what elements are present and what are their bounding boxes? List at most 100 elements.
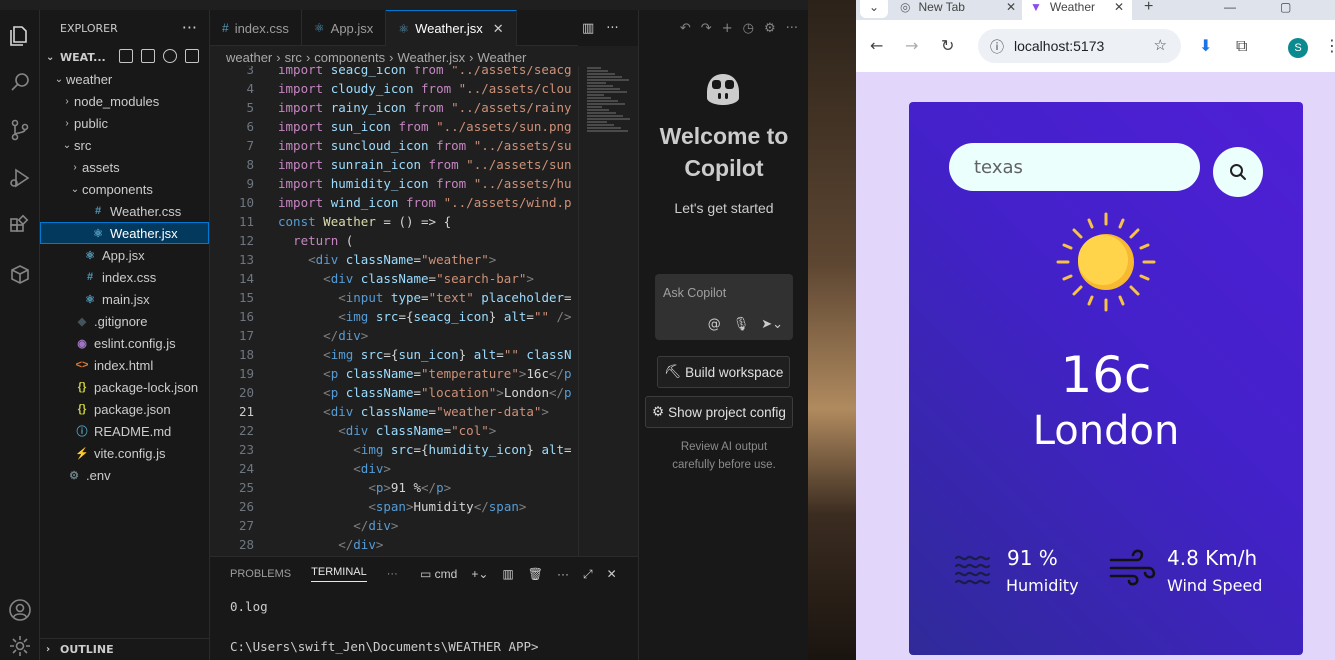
trash-icon[interactable]: 🗑 — [528, 567, 543, 582]
history-icon[interactable]: ◷ — [743, 21, 754, 36]
new-folder-icon[interactable] — [141, 49, 155, 63]
project-root[interactable]: ⌄ WEAT... — [40, 46, 209, 68]
file-item[interactable]: ⚙ .env — [40, 464, 209, 486]
breadcrumb-item[interactable]: weather — [226, 50, 272, 65]
download-icon[interactable]: ⬇ — [1199, 36, 1212, 55]
show-project-config-button[interactable]: ⚙ Show project config — [645, 396, 793, 428]
tab-search-button[interactable]: ⌄ — [860, 0, 888, 18]
settings-gear-icon[interactable]: ⚙ — [764, 21, 776, 36]
maximize-icon[interactable]: ⤢ — [583, 567, 593, 582]
terminal-prompt[interactable]: C:\Users\swift_Jen\Documents\WEATHER APP… — [210, 637, 638, 657]
more-actions-icon[interactable]: ··· — [182, 18, 197, 37]
editor-tab[interactable]: # index.css — [210, 10, 302, 46]
copilot-chat-input[interactable]: Ask Copilot @ 🎙 ➤⌄ — [655, 274, 793, 340]
minimize-icon: — — [1224, 0, 1236, 14]
file-item[interactable]: ⚡ vite.config.js — [40, 442, 209, 464]
more-actions-icon[interactable]: ··· — [606, 21, 618, 36]
file-item[interactable]: ◆ .gitignore — [40, 310, 209, 332]
more-actions-icon[interactable]: ··· — [557, 567, 569, 582]
breadcrumb-item[interactable]: src — [285, 50, 302, 65]
back-icon[interactable]: ← — [870, 36, 883, 55]
profile-avatar[interactable]: S — [1288, 38, 1308, 58]
file-item[interactable]: ⚛ main.jsx — [40, 288, 209, 310]
code-text: import sun_icon from "../assets/sun.png — [278, 119, 572, 134]
redo-icon[interactable]: ↷ — [701, 21, 712, 36]
file-item[interactable]: # Weather.css — [40, 200, 209, 222]
undo-icon[interactable]: ↶ — [680, 21, 691, 36]
menu-icon[interactable]: ⋮ — [1324, 36, 1335, 55]
search-button[interactable] — [1213, 147, 1263, 197]
run-debug-icon[interactable] — [4, 162, 36, 194]
file-item[interactable]: # index.css — [40, 266, 209, 288]
close-icon[interactable]: ✕ — [1114, 0, 1124, 14]
new-file-icon[interactable] — [119, 49, 133, 63]
tab-problems[interactable]: PROBLEMS — [230, 568, 291, 580]
address-bar[interactable]: ⓘ localhost:5173 ☆ — [978, 29, 1181, 63]
forward-icon[interactable]: → — [905, 36, 918, 55]
bookmark-star-icon[interactable]: ☆ — [1154, 36, 1167, 54]
site-info-icon[interactable]: ⓘ — [990, 37, 1004, 57]
breadcrumb-item[interactable]: components — [314, 50, 385, 65]
code-text: <p className="location">London</p — [323, 385, 572, 400]
send-icon[interactable]: ➤⌄ — [761, 317, 783, 332]
close-icon[interactable]: ✕ — [493, 21, 504, 37]
folder-item[interactable]: › public — [40, 112, 209, 134]
mention-icon[interactable]: @ — [708, 317, 721, 332]
extensions-icon[interactable] — [4, 210, 36, 242]
editor-tab[interactable]: ⚛ Weather.jsx ✕ — [386, 10, 517, 46]
browser-tab-weather[interactable]: ▼ Weather ✕ — [1022, 0, 1132, 20]
new-chat-icon[interactable]: + — [722, 21, 733, 36]
reload-icon[interactable]: ↻ — [941, 36, 954, 55]
file-item[interactable]: ⚛ Weather.jsx — [40, 222, 209, 244]
folder-item[interactable]: ⌄ src — [40, 134, 209, 156]
file-item[interactable]: ⚛ App.jsx — [40, 244, 209, 266]
refresh-icon[interactable] — [163, 49, 177, 63]
file-type-icon: ⚡ — [75, 447, 89, 460]
settings-gear-icon[interactable] — [4, 630, 36, 660]
minimap-line — [587, 109, 609, 111]
extensions-icon[interactable]: ⧉ — [1236, 36, 1247, 56]
terminal-toolbar: ▭ cmd +⌄ ▥ 🗑 ··· ⤢ ✕ — [420, 567, 617, 582]
folder-item[interactable]: ⌄ weather — [40, 68, 209, 90]
collapse-all-icon[interactable] — [185, 49, 199, 63]
file-item[interactable]: {} package-lock.json — [40, 376, 209, 398]
split-editor-icon[interactable]: ▥ — [582, 21, 594, 36]
more-actions-icon[interactable]: ··· — [786, 21, 798, 36]
code-editor[interactable]: 3 import seacg_icon from "../assets/seacg… — [210, 66, 578, 556]
split-terminal-icon[interactable]: ▥ — [502, 567, 513, 582]
editor-tab[interactable]: ⚛ App.jsx — [302, 10, 387, 46]
new-tab-button[interactable]: + — [1144, 0, 1153, 20]
breadcrumb-item[interactable]: Weather — [477, 50, 526, 65]
tab-terminal[interactable]: TERMINAL — [311, 566, 367, 582]
file-item[interactable]: ◉ eslint.config.js — [40, 332, 209, 354]
folder-item[interactable]: › node_modules — [40, 90, 209, 112]
browser-tab-new-tab[interactable]: ◎ New Tab ✕ — [900, 0, 1022, 20]
minimap[interactable] — [578, 66, 638, 556]
folder-item[interactable]: › assets — [40, 156, 209, 178]
activity-bar — [0, 10, 40, 660]
new-terminal-icon[interactable]: +⌄ — [471, 567, 488, 582]
file-item[interactable]: {} package.json — [40, 398, 209, 420]
outline-section[interactable]: › OUTLINE — [40, 638, 210, 660]
maximize-button[interactable]: ▢ — [1280, 0, 1291, 20]
search-icon[interactable] — [4, 66, 36, 98]
close-icon[interactable]: ✕ — [1006, 0, 1016, 14]
close-icon[interactable]: ✕ — [607, 567, 617, 582]
build-workspace-button[interactable]: ⛏ Build workspace — [657, 356, 791, 388]
remote-explorer-icon[interactable] — [4, 258, 36, 290]
folder-item[interactable]: ⌄ components — [40, 178, 209, 200]
search-icon — [1230, 164, 1246, 180]
files-icon[interactable] — [4, 20, 36, 52]
more-actions-icon[interactable]: ··· — [387, 568, 398, 580]
breadcrumb-item[interactable]: Weather.jsx — [397, 50, 465, 65]
microphone-icon[interactable]: 🎙 — [733, 317, 750, 332]
account-icon[interactable] — [4, 594, 36, 626]
file-item[interactable]: ⓘ README.md — [40, 420, 209, 442]
minimize-button[interactable]: — — [1224, 0, 1236, 20]
code-text: <img src={humidity_icon} alt= — [353, 442, 572, 457]
source-control-icon[interactable] — [4, 114, 36, 146]
file-item[interactable]: <> index.html — [40, 354, 209, 376]
file-tree: ⌄ weather › node_modules › public ⌄ src › assets ⌄… — [40, 68, 209, 486]
city-search-input[interactable] — [949, 143, 1200, 191]
terminal-shell-label[interactable]: ▭ cmd — [420, 567, 457, 582]
